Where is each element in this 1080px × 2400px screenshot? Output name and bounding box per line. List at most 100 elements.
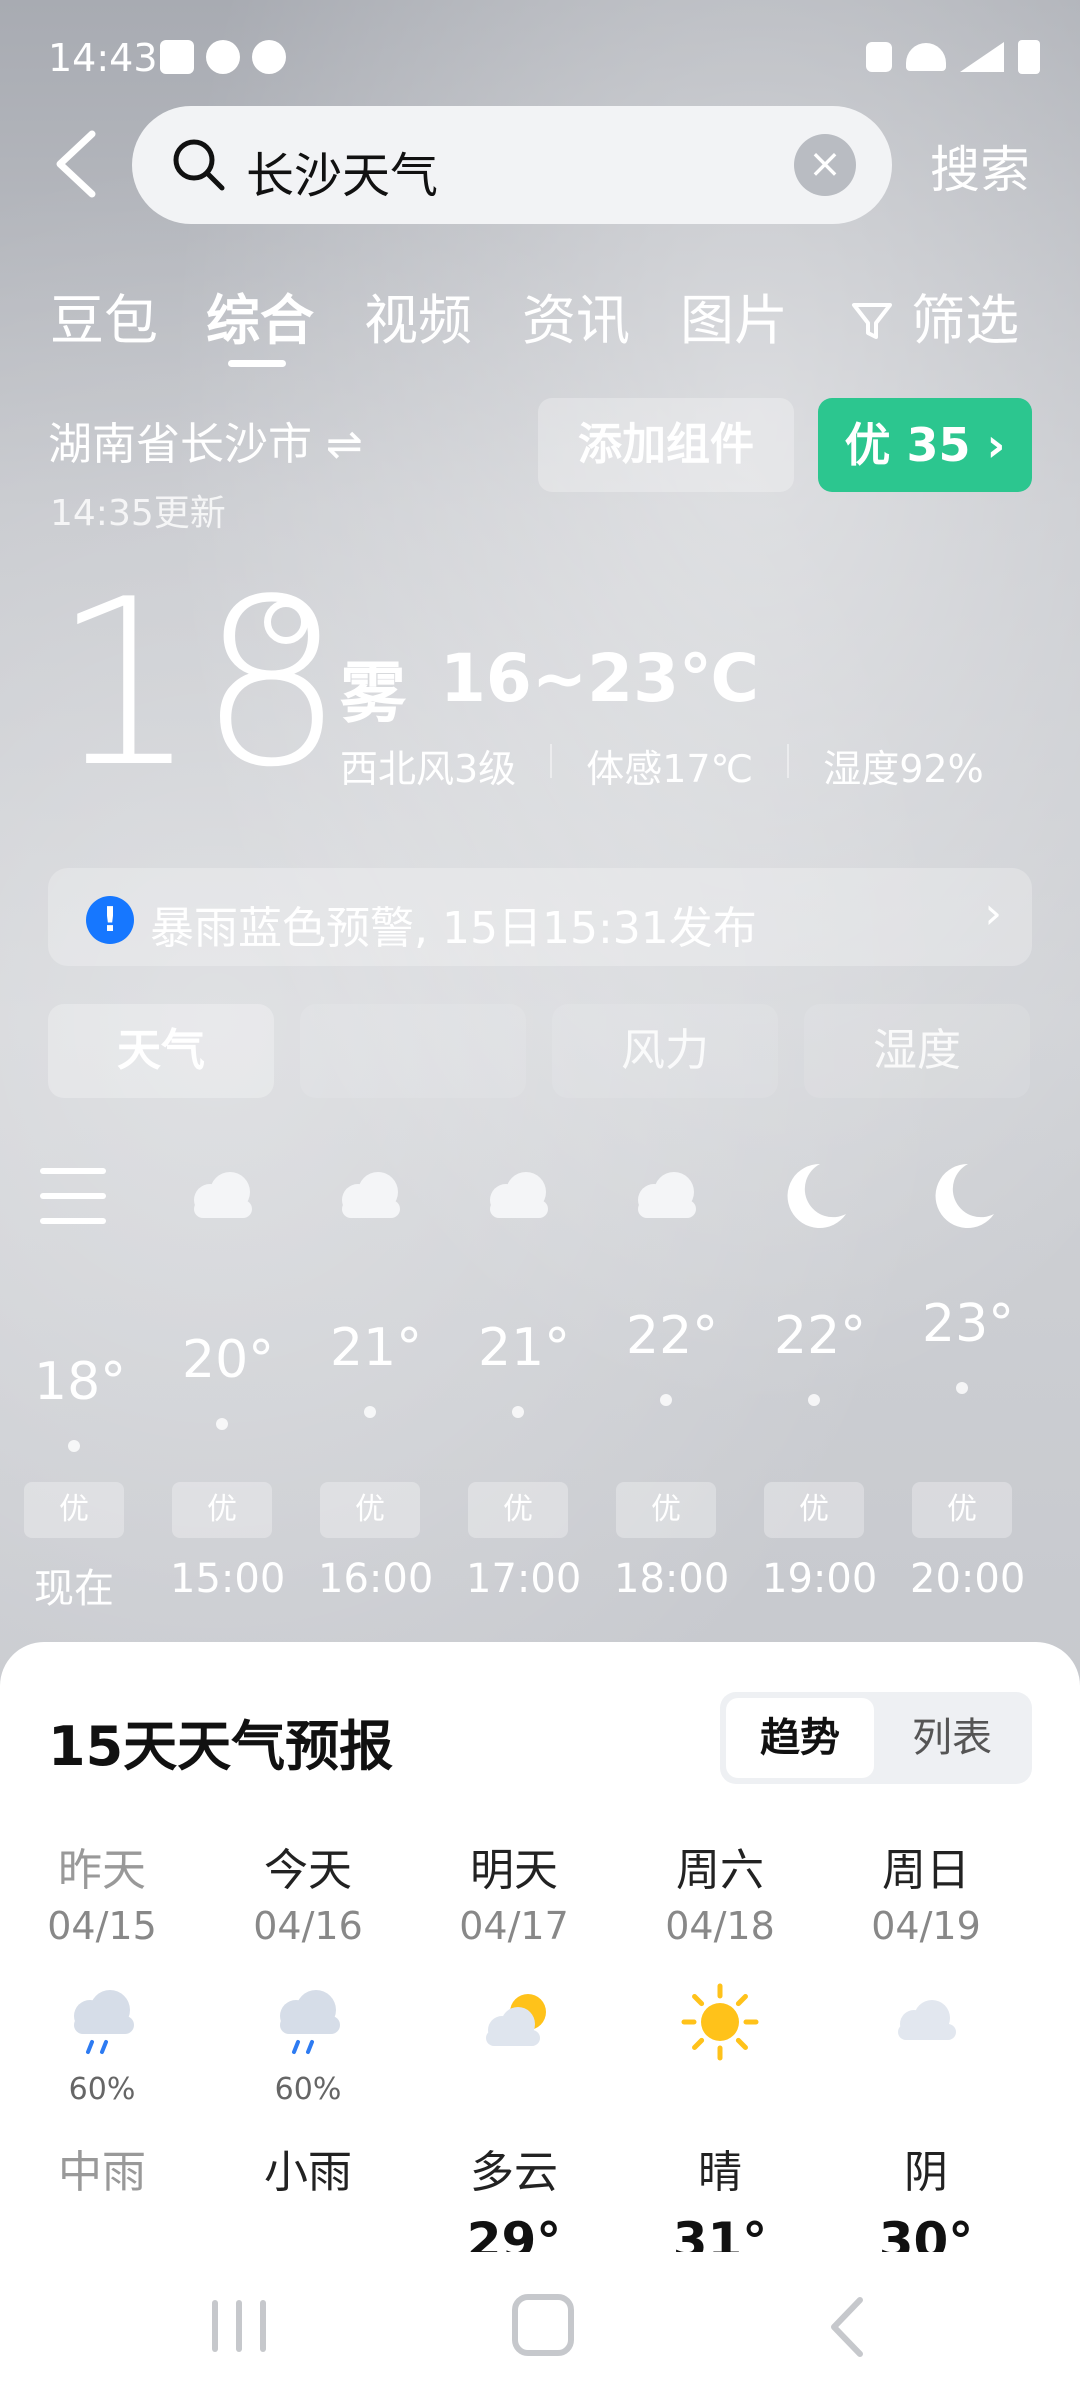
segment-aqi[interactable] bbox=[300, 1004, 526, 1098]
sun-icon bbox=[678, 1982, 762, 2062]
hourly-temp: 22° bbox=[774, 1306, 867, 1366]
segment-wind[interactable]: 风力 bbox=[552, 1004, 778, 1098]
hourly-temp: 22° bbox=[626, 1306, 719, 1366]
hourly-temp: 18° bbox=[34, 1352, 127, 1412]
day-high-temp: 31° bbox=[672, 2212, 768, 2252]
back-button[interactable] bbox=[48, 124, 108, 204]
recent-apps-button[interactable] bbox=[212, 2300, 268, 2352]
feels-like: 体感17℃ bbox=[586, 747, 754, 791]
day-name: 今天 bbox=[264, 1845, 352, 1896]
day-date: 04/15 bbox=[47, 1904, 157, 1948]
day-high-temp: 30° bbox=[878, 2212, 974, 2252]
search-query[interactable]: 长沙天气 bbox=[246, 136, 438, 206]
alert-icon: ! bbox=[86, 896, 134, 944]
updated-time: 14:35更新 bbox=[50, 493, 226, 534]
hourly-time: 20:00 bbox=[910, 1556, 1026, 1602]
day-date: 04/19 bbox=[871, 1904, 981, 1948]
hourly-temp: 21° bbox=[330, 1318, 423, 1378]
day-condition: 中雨 bbox=[58, 2147, 146, 2198]
tab-filter[interactable]: 筛选 bbox=[850, 276, 1019, 355]
hourly-temp-point bbox=[660, 1394, 672, 1406]
hourly-temp: 23° bbox=[922, 1294, 1015, 1354]
precip-probability: 60% bbox=[274, 2072, 342, 2107]
hourly-time: 19:00 bbox=[762, 1556, 878, 1602]
search-tabs: 豆包 综合 视频 资讯 图片 筛选 bbox=[0, 268, 1080, 368]
hourly-time: 17:00 bbox=[466, 1556, 582, 1602]
tab-indicator bbox=[228, 360, 286, 367]
hourly-temp: 21° bbox=[478, 1318, 571, 1378]
hourly-aqi-badge: 优 bbox=[24, 1482, 124, 1538]
chevron-right-icon: › bbox=[984, 888, 1002, 939]
menu-icon[interactable] bbox=[40, 1168, 106, 1224]
hourly-temp-point bbox=[512, 1406, 524, 1418]
search-button[interactable]: 搜索 bbox=[930, 130, 1030, 202]
hourly-aqi-badge: 优 bbox=[172, 1482, 272, 1538]
status-time: 14:43 bbox=[48, 36, 158, 80]
tab-doubao[interactable]: 豆包 bbox=[50, 276, 158, 355]
home-button[interactable] bbox=[512, 2294, 574, 2356]
temperature-range: 16~23℃ bbox=[440, 640, 759, 717]
day-high-temp: 29° bbox=[466, 2212, 562, 2252]
toggle-list[interactable]: 列表 bbox=[878, 1698, 1026, 1778]
filter-icon bbox=[852, 303, 892, 339]
battery-icon bbox=[1018, 40, 1040, 74]
partly-cloudy-icon bbox=[472, 1982, 556, 2062]
forecast-sheet: 15天天气预报 趋势 列表 昨天 04/15 60% 中雨 今天 04/16 60% 小雨 明天… bbox=[0, 1642, 1080, 2252]
hourly-temp: 20° bbox=[182, 1330, 275, 1390]
overcast-icon bbox=[884, 1982, 968, 2062]
tab-filter-label: 筛选 bbox=[911, 289, 1020, 352]
day-date: 04/18 bbox=[665, 1904, 775, 1948]
moon-icon bbox=[920, 1156, 1004, 1236]
weather-details: 西北风3级 体感17℃ 湿度92% bbox=[340, 738, 984, 793]
wind-info: 西北风3级 bbox=[340, 747, 517, 791]
hourly-time: 18:00 bbox=[614, 1556, 730, 1602]
tab-images[interactable]: 图片 bbox=[680, 276, 788, 355]
day-name: 明天 bbox=[470, 1845, 558, 1896]
location-selector[interactable]: 湖南省长沙市 ⇌ bbox=[48, 408, 363, 472]
nav-back-button[interactable] bbox=[820, 2292, 880, 2362]
degree-symbol bbox=[264, 600, 308, 644]
search-input[interactable]: 长沙天气 × bbox=[132, 106, 892, 224]
notification-icon bbox=[160, 40, 194, 74]
segment-humidity[interactable]: 湿度 bbox=[804, 1004, 1030, 1098]
day-date: 04/16 bbox=[253, 1904, 363, 1948]
forecast-title: 15天天气预报 bbox=[48, 1715, 394, 1778]
moon-icon bbox=[772, 1156, 856, 1236]
hourly-temp-point bbox=[808, 1394, 820, 1406]
rain-cloud-icon bbox=[266, 1982, 350, 2062]
weather-alert[interactable]: ! 暴雨蓝色预警, 15日15:31发布 › bbox=[48, 868, 1032, 966]
cloud-icon bbox=[328, 1156, 412, 1236]
swap-icon: ⇌ bbox=[326, 419, 363, 470]
alert-text: 暴雨蓝色预警, 15日15:31发布 bbox=[150, 903, 757, 954]
status-bar: 14:43 bbox=[0, 0, 1080, 110]
toggle-trend[interactable]: 趋势 bbox=[726, 1698, 874, 1778]
current-temperature: 18 bbox=[52, 551, 345, 818]
humidity: 湿度92% bbox=[823, 747, 984, 791]
hourly-time: 15:00 bbox=[170, 1556, 286, 1602]
precip-probability: 60% bbox=[68, 2072, 136, 2107]
day-condition: 小雨 bbox=[264, 2147, 352, 2198]
battery-saver-icon bbox=[866, 42, 892, 72]
rain-cloud-icon bbox=[60, 1982, 144, 2062]
segment-weather[interactable]: 天气 bbox=[48, 1004, 274, 1098]
hourly-aqi-badge: 优 bbox=[912, 1482, 1012, 1538]
hourly-temp-point bbox=[364, 1406, 376, 1418]
aqi-button[interactable]: 优 35 › bbox=[818, 398, 1032, 492]
cloud-icon bbox=[180, 1156, 264, 1236]
day-name: 周日 bbox=[882, 1845, 970, 1896]
chevron-left-icon bbox=[56, 130, 96, 198]
tab-news[interactable]: 资讯 bbox=[522, 276, 630, 355]
divider bbox=[550, 744, 553, 778]
tab-video[interactable]: 视频 bbox=[364, 276, 472, 355]
hourly-time: 现在 bbox=[34, 1566, 114, 1612]
clear-icon[interactable]: × bbox=[794, 134, 856, 196]
add-widget-button[interactable]: 添加组件 bbox=[538, 398, 794, 492]
sync-icon bbox=[252, 40, 286, 74]
cloud-icon bbox=[624, 1156, 708, 1236]
location-name: 湖南省长沙市 bbox=[48, 419, 312, 470]
hourly-aqi-badge: 优 bbox=[468, 1482, 568, 1538]
divider bbox=[787, 744, 790, 778]
hourly-aqi-badge: 优 bbox=[764, 1482, 864, 1538]
view-toggle: 趋势 列表 bbox=[720, 1692, 1032, 1784]
tab-comprehensive[interactable]: 综合 bbox=[206, 276, 314, 355]
